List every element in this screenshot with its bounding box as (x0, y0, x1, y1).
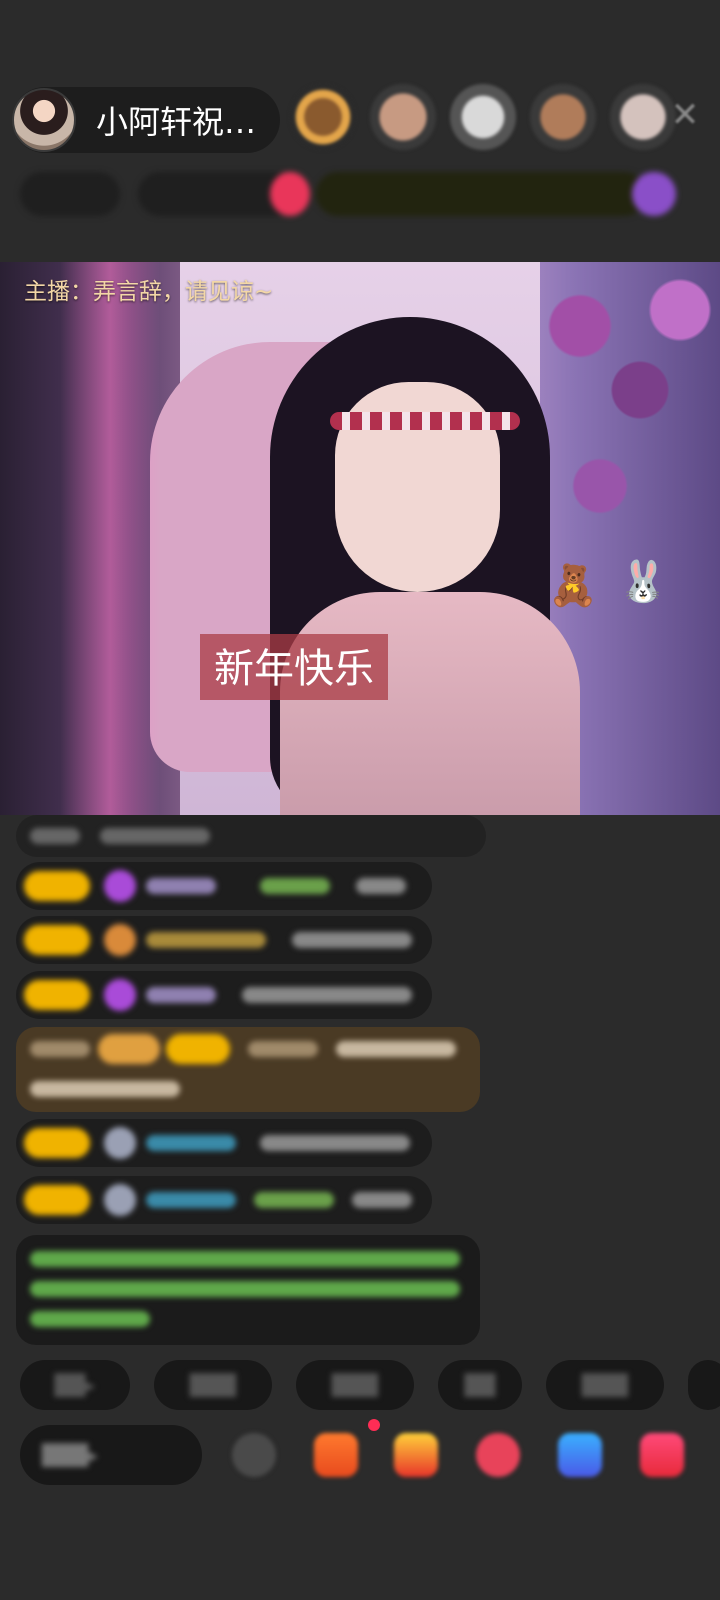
live-dot-icon (270, 172, 310, 216)
quick-reply-row: ██▸ ███ ███ ██ ███ (20, 1360, 720, 1410)
bottom-toolbar: ███▸ (20, 1419, 720, 1485)
activity-icon[interactable] (632, 172, 676, 216)
gift-icon (104, 924, 136, 956)
level-badge (24, 1128, 90, 1158)
quick-reply-chip[interactable] (688, 1360, 720, 1410)
avatar-icon (104, 1127, 136, 1159)
notice-chip[interactable] (316, 172, 646, 216)
host-name: 小阿轩祝… (96, 103, 257, 141)
top-viewers-list (290, 84, 676, 150)
emoji-icon[interactable] (232, 1433, 276, 1477)
diamond-icon (104, 870, 136, 902)
level-badge (24, 925, 90, 955)
chat-message[interactable] (16, 862, 432, 910)
sticker-text: 新年快乐 (200, 634, 388, 700)
viewer-avatar[interactable] (450, 84, 516, 150)
heart-gift-icon[interactable] (476, 1433, 520, 1477)
viewer-avatar[interactable] (610, 84, 676, 150)
level-badge (24, 980, 90, 1010)
system-message (16, 1235, 480, 1345)
rank-chip[interactable] (20, 172, 120, 216)
gift-box-icon[interactable] (314, 1433, 358, 1477)
close-icon[interactable]: ✕ (668, 98, 702, 132)
quick-reply-chip[interactable]: ███ (546, 1360, 664, 1410)
bear-sticker-icon: 🧸 (548, 563, 598, 609)
chat-message[interactable] (16, 815, 486, 857)
quick-reply-chip[interactable]: ███ (296, 1360, 414, 1410)
fan-badge (166, 1034, 230, 1064)
diamond-icon (104, 979, 136, 1011)
live-video[interactable]: 主播：弄言辞，请见谅~ 新年快乐 🧸 🐰 (0, 262, 720, 815)
sparkle-effect (60, 262, 160, 815)
level-badge (24, 871, 90, 901)
more-gifts-icon[interactable] (640, 1433, 684, 1477)
notification-dot (368, 1419, 380, 1431)
comment-input[interactable]: ███▸ (20, 1425, 202, 1485)
quick-reply-chip[interactable]: ██▸ (20, 1360, 130, 1410)
quick-reply-chip[interactable]: ██ (438, 1360, 522, 1410)
viewer-avatar[interactable] (290, 84, 356, 150)
chat-message[interactable] (16, 916, 432, 964)
host-avatar[interactable] (12, 88, 76, 152)
viewer-avatar[interactable] (370, 84, 436, 150)
host-info-pill[interactable]: 小阿轩祝… (12, 87, 280, 153)
host-notice: 主播：弄言辞，请见谅~ (24, 279, 274, 305)
viewer-avatar[interactable] (530, 84, 596, 150)
chat-message[interactable] (16, 1176, 432, 1224)
red-envelope-icon[interactable] (394, 1433, 438, 1477)
rabbit-sticker-icon: 🐰 (618, 559, 668, 605)
chat-message-highlight[interactable] (16, 1027, 480, 1112)
chat-message[interactable] (16, 1119, 432, 1167)
game-icon[interactable] (558, 1433, 602, 1477)
level-badge (24, 1185, 90, 1215)
level-badge (98, 1034, 160, 1064)
room-info-row (20, 172, 700, 216)
quick-reply-chip[interactable]: ███ (154, 1360, 272, 1410)
chat-message[interactable] (16, 971, 432, 1019)
avatar-icon (104, 1184, 136, 1216)
